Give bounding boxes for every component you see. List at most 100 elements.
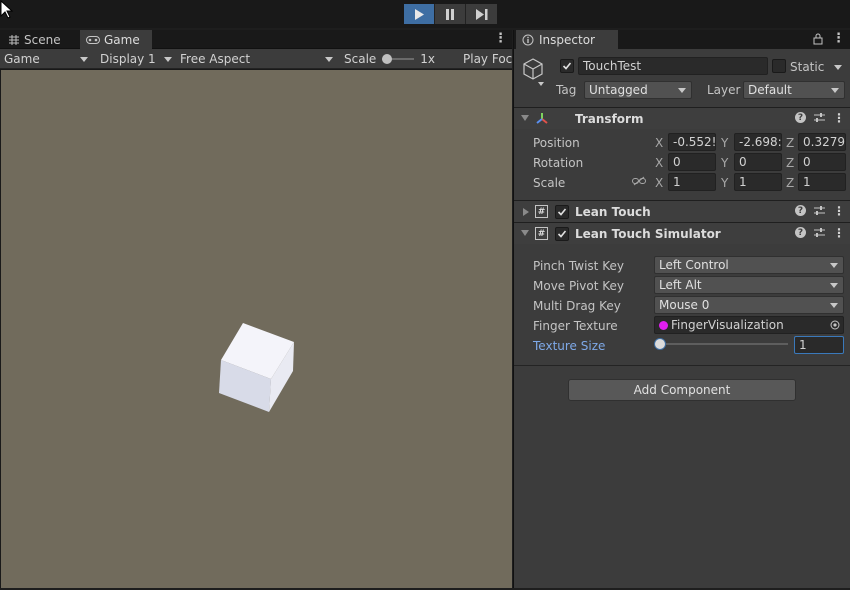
tag-label: Tag xyxy=(556,83,577,97)
display-dropdown[interactable]: Display 1 xyxy=(100,49,176,69)
position-x-field[interactable]: -0.552! xyxy=(668,133,716,151)
step-button[interactable] xyxy=(466,4,497,24)
move-pivot-key-label: Move Pivot Key xyxy=(533,279,625,293)
game-viewport[interactable] xyxy=(1,70,512,588)
section-divider xyxy=(514,365,850,366)
scale-z-field[interactable]: 1 xyxy=(798,173,846,191)
script-icon: # xyxy=(535,205,548,218)
chevron-down-icon[interactable] xyxy=(834,65,842,70)
lean-touch-simulator-header[interactable]: # Lean Touch Simulator ? ⋮ xyxy=(514,222,850,244)
layer-value: Default xyxy=(748,83,792,97)
scale-slider-thumb[interactable] xyxy=(382,54,393,64)
position-y-field[interactable]: -2.698: xyxy=(734,133,782,151)
chevron-down-icon xyxy=(80,57,88,62)
pause-icon xyxy=(446,8,454,20)
axis-x-label: X xyxy=(655,136,664,150)
gamepad-icon xyxy=(86,35,100,45)
display-mode-label: Game xyxy=(4,52,40,66)
mouse-cursor-icon xyxy=(0,0,14,19)
scale-x-value: 1 xyxy=(673,175,681,189)
link-constrain-icon[interactable] xyxy=(632,176,646,186)
play-button[interactable] xyxy=(404,4,435,24)
panel-menu-icon[interactable]: ⋮ xyxy=(494,31,507,46)
finger-texture-field[interactable]: FingerVisualization xyxy=(654,316,844,334)
rotation-y-field[interactable]: 0 xyxy=(734,153,782,171)
axis-y-label: Y xyxy=(721,176,729,190)
preset-sliders-icon[interactable] xyxy=(814,205,825,216)
tab-inspector[interactable]: Inspector xyxy=(516,30,618,49)
transform-title: Transform xyxy=(575,112,644,126)
texture-size-slider[interactable] xyxy=(654,337,790,351)
axis-x-label: X xyxy=(655,176,664,190)
static-checkbox[interactable] xyxy=(772,59,786,73)
display-mode-dropdown[interactable]: Game xyxy=(4,49,92,69)
position-z-value: 0.3279 xyxy=(803,135,845,149)
tag-dropdown[interactable]: Untagged xyxy=(584,81,692,99)
lean-touch-enabled-checkbox[interactable] xyxy=(555,205,569,219)
multi-drag-key-label: Multi Drag Key xyxy=(533,299,621,313)
cube-object[interactable] xyxy=(219,323,297,413)
texture-size-value: 1 xyxy=(799,338,807,352)
checkmark-icon xyxy=(557,208,567,216)
scale-x-field[interactable]: 1 xyxy=(668,173,716,191)
rotation-x-field[interactable]: 0 xyxy=(668,153,716,171)
texture-asset-icon xyxy=(659,320,668,330)
component-menu-icon[interactable]: ⋮ xyxy=(833,227,845,239)
checkmark-icon xyxy=(557,230,567,238)
tab-game[interactable]: Game xyxy=(80,30,152,49)
axis-y-label: Y xyxy=(721,136,729,150)
preset-sliders-icon[interactable] xyxy=(814,112,825,123)
scale-y-field[interactable]: 1 xyxy=(734,173,782,191)
chevron-down-icon xyxy=(164,57,172,62)
move-pivot-key-dropdown[interactable]: Left Alt xyxy=(654,276,844,294)
lean-touch-simulator-enabled-checkbox[interactable] xyxy=(555,227,569,241)
help-icon[interactable]: ? xyxy=(795,227,806,238)
scale-slider[interactable] xyxy=(382,54,415,64)
component-menu-icon[interactable]: ⋮ xyxy=(833,205,845,217)
foldout-collapsed-icon[interactable] xyxy=(523,208,529,216)
transform-header[interactable]: Transform ? ⋮ xyxy=(514,107,850,129)
main-toolbar xyxy=(0,0,850,28)
scale-label: Scale xyxy=(344,52,377,66)
inspector-menu-icon[interactable]: ⋮ xyxy=(832,31,845,46)
foldout-expanded-icon[interactable] xyxy=(521,230,529,236)
help-icon[interactable]: ? xyxy=(795,112,806,123)
component-menu-icon[interactable]: ⋮ xyxy=(833,112,845,124)
tab-inspector-label: Inspector xyxy=(539,32,595,47)
rotation-y-value: 0 xyxy=(739,155,747,169)
playmode-controls xyxy=(404,4,497,24)
foldout-expanded-icon[interactable] xyxy=(521,115,529,121)
aspect-label: Free Aspect xyxy=(180,52,251,66)
help-icon[interactable]: ? xyxy=(795,205,806,216)
object-name-field[interactable]: TouchTest xyxy=(578,57,768,75)
pinch-twist-key-dropdown[interactable]: Left Control xyxy=(654,256,844,274)
chevron-down-icon xyxy=(830,263,838,268)
multi-drag-key-dropdown[interactable]: Mouse 0 xyxy=(654,296,844,314)
lean-touch-header[interactable]: # Lean Touch ? ⋮ xyxy=(514,200,850,222)
chevron-down-icon xyxy=(830,303,838,308)
lean-touch-title: Lean Touch xyxy=(575,205,651,219)
add-component-button[interactable]: Add Component xyxy=(568,379,796,401)
axis-y-label: Y xyxy=(721,156,729,170)
aspect-dropdown[interactable]: Free Aspect xyxy=(180,49,337,69)
lock-icon[interactable] xyxy=(813,33,823,45)
texture-size-field[interactable]: 1 xyxy=(794,336,844,354)
rotation-z-field[interactable]: 0 xyxy=(798,153,846,171)
scale-value: 1x xyxy=(420,52,436,66)
active-checkbox[interactable] xyxy=(560,59,574,73)
play-focused-dropdown[interactable]: Play Foc xyxy=(463,49,512,69)
preset-sliders-icon[interactable] xyxy=(814,227,825,238)
object-picker-icon[interactable] xyxy=(830,320,840,330)
game-toolbar: Game Display 1 Free Aspect Scale 1x Play… xyxy=(0,49,512,69)
tab-scene[interactable]: Scene xyxy=(2,30,78,49)
lean-touch-simulator-title: Lean Touch Simulator xyxy=(575,227,721,241)
chevron-down-icon xyxy=(830,283,838,288)
pause-button[interactable] xyxy=(435,4,466,24)
static-label: Static xyxy=(790,60,825,74)
slider-thumb[interactable] xyxy=(654,338,666,350)
position-z-field[interactable]: 0.3279 xyxy=(798,133,846,151)
scale-label: Scale xyxy=(533,176,566,190)
axis-z-label: Z xyxy=(786,156,795,170)
gameobject-cube-icon[interactable] xyxy=(522,58,544,88)
layer-dropdown[interactable]: Default xyxy=(743,81,845,99)
